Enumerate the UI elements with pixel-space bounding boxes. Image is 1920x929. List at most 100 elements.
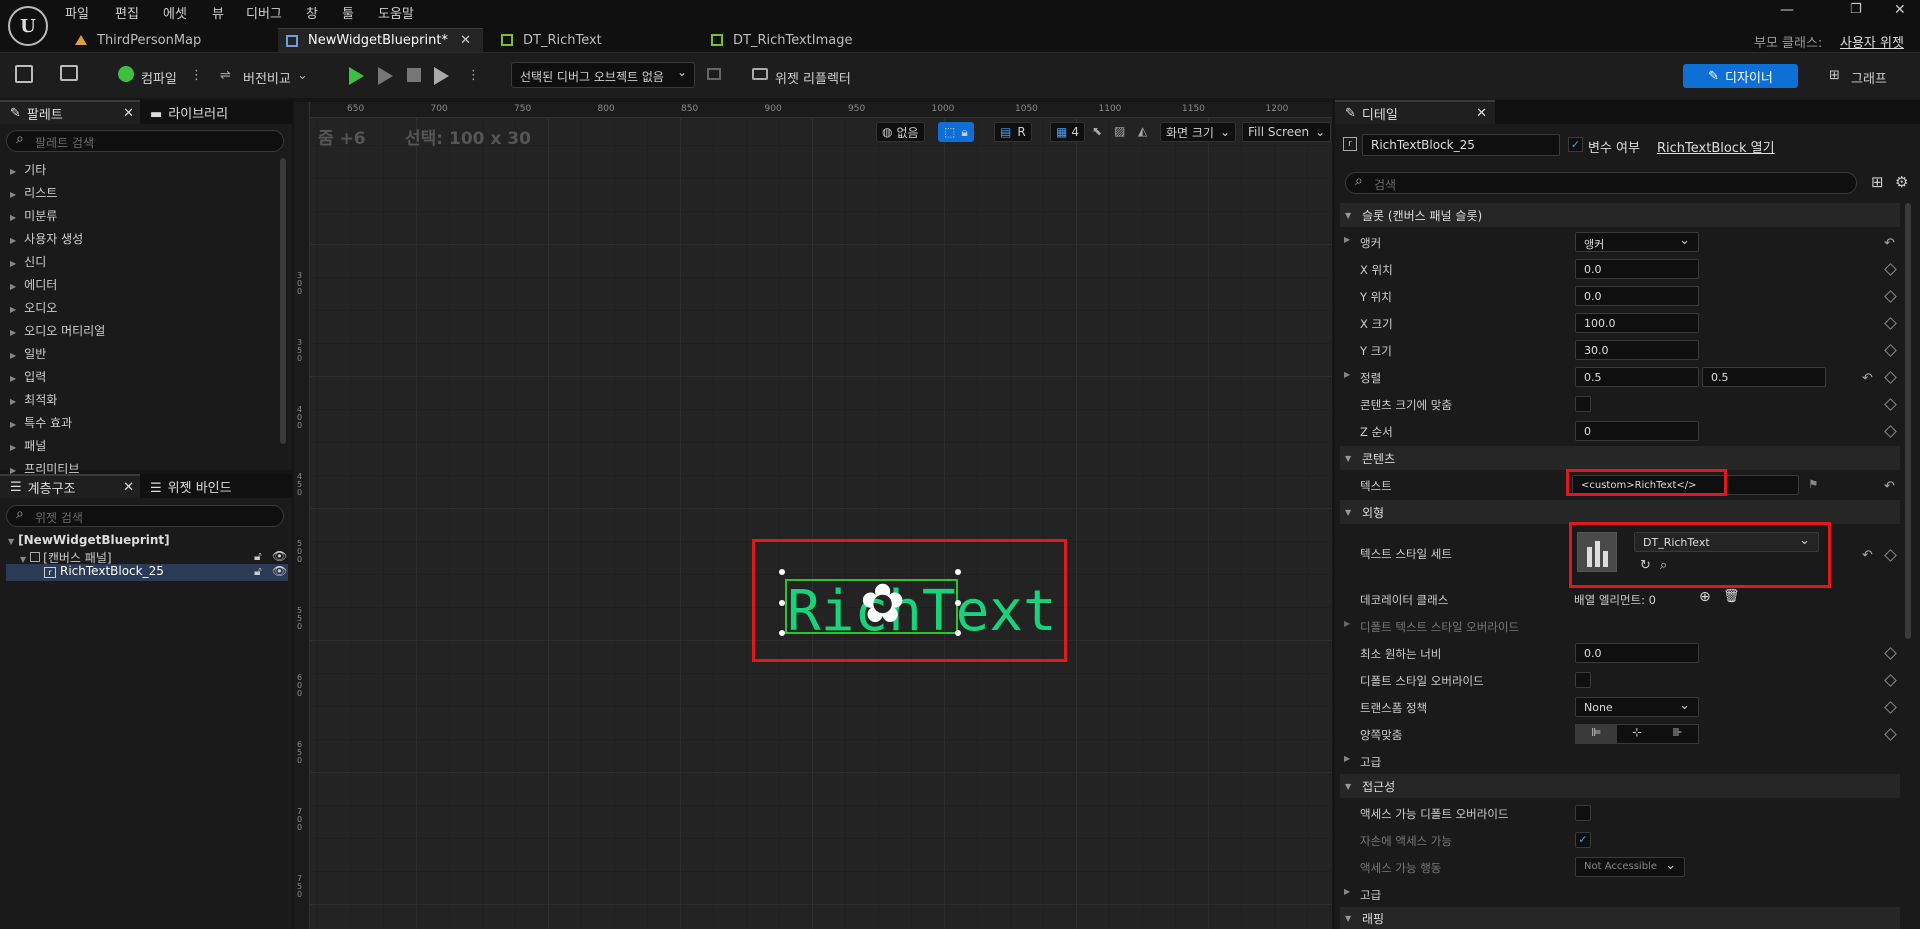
- tab-library[interactable]: ▬ 라이브러리: [140, 103, 228, 122]
- align-right-icon[interactable]: ⊪: [1657, 725, 1698, 743]
- eye-icon[interactable]: 👁︎: [272, 564, 287, 578]
- alignment-x-input[interactable]: 0.5: [1575, 367, 1699, 387]
- alignment-y-input[interactable]: 0.5: [1702, 367, 1826, 387]
- align-center-icon[interactable]: ⊹: [1617, 725, 1658, 743]
- screen-size-select[interactable]: 화면 크기 ⌄: [1160, 122, 1237, 142]
- localize-flag-icon[interactable]: ⚑: [1808, 477, 1818, 491]
- debug-pick-icon[interactable]: [707, 68, 721, 80]
- palette-category[interactable]: 입력: [10, 368, 46, 385]
- play-icon[interactable]: [349, 67, 364, 85]
- reset-icon[interactable]: ↶: [1862, 548, 1873, 563]
- x-size-input[interactable]: 100.0: [1575, 313, 1699, 333]
- tab-dt-richtext[interactable]: DT_RichText: [493, 28, 703, 52]
- menu-tools[interactable]: 툴: [342, 3, 354, 22]
- unreal-logo-icon[interactable]: U: [8, 6, 48, 46]
- tab-palette[interactable]: ✎ 팔레트 ✕: [0, 100, 140, 124]
- parent-class-link[interactable]: 사용자 위젯: [1840, 32, 1904, 51]
- palette-category[interactable]: 사용자 생성: [10, 230, 83, 247]
- compile-button[interactable]: 컴파일: [141, 68, 177, 87]
- apply-override-checkbox[interactable]: [1575, 672, 1591, 688]
- browse-icon[interactable]: [60, 65, 78, 81]
- mirror-icon[interactable]: ◭: [1138, 124, 1147, 138]
- designer-canvas[interactable]: [294, 102, 1332, 929]
- min-width-input[interactable]: 0.0: [1575, 643, 1699, 663]
- child-access-checkbox[interactable]: ✓: [1575, 832, 1591, 848]
- details-search-input[interactable]: 검색: [1345, 172, 1857, 194]
- menu-help[interactable]: 도움말: [378, 3, 414, 22]
- tree-root[interactable]: ▼ [NewWidgetBlueprint]: [8, 533, 170, 547]
- palette-category[interactable]: 에디터: [10, 276, 57, 293]
- palette-category[interactable]: 오디오 머티리얼: [10, 322, 105, 339]
- palette-category[interactable]: 리스트: [10, 184, 57, 201]
- menu-debug[interactable]: 디버그: [246, 3, 282, 22]
- close-icon[interactable]: ✕: [460, 33, 471, 48]
- menu-view[interactable]: 뷰: [212, 3, 224, 22]
- compile-options-icon[interactable]: ⋮: [190, 68, 203, 83]
- expand-icon[interactable]: ▶: [1344, 887, 1350, 896]
- z-order-input[interactable]: 0: [1575, 421, 1699, 441]
- stop-icon[interactable]: [407, 68, 421, 82]
- reset-icon[interactable]: ↶: [1862, 371, 1873, 386]
- palette-category[interactable]: 기타: [10, 161, 46, 178]
- section-accessibility[interactable]: 접근성: [1340, 774, 1900, 798]
- close-icon[interactable]: ✕: [123, 480, 134, 495]
- trash-icon[interactable]: 🗑︎: [1723, 589, 1740, 604]
- palette-category[interactable]: 오디오: [10, 299, 57, 316]
- image-icon[interactable]: ▨: [1114, 124, 1125, 138]
- access-behavior-dropdown[interactable]: Not Accessible: [1575, 857, 1685, 877]
- expand-icon[interactable]: ▶: [1344, 235, 1350, 244]
- tree-item-richtextblock[interactable]: r RichTextBlock_25 🔓︎ 👁︎: [6, 564, 288, 581]
- save-icon[interactable]: [15, 65, 33, 83]
- hierarchy-search-input[interactable]: 위젯 검색: [6, 505, 284, 527]
- lock-icon[interactable]: 🔓︎: [254, 564, 262, 579]
- step-icon[interactable]: [378, 67, 393, 85]
- tab-dt-richtextimage[interactable]: DT_RichTextImage: [703, 28, 913, 52]
- grid-snap-toggle[interactable]: ▦ 4: [1050, 122, 1085, 142]
- palette-category[interactable]: 신디: [10, 253, 46, 270]
- tab-widget-binding[interactable]: ☰ 위젯 바인드: [140, 477, 232, 496]
- section-content[interactable]: 콘텐츠: [1340, 446, 1900, 470]
- palette-category[interactable]: 일반: [10, 345, 46, 362]
- debug-object-select[interactable]: 선택된 디버그 오브젝트 없음 ⌄: [511, 62, 695, 88]
- palette-category[interactable]: 미분류: [10, 207, 57, 224]
- align-left-icon[interactable]: ⊫: [1576, 725, 1617, 743]
- reset-icon[interactable]: ↶: [1884, 479, 1895, 494]
- palette-scrollbar[interactable]: [280, 158, 286, 444]
- settings-gear-icon[interactable]: ⚙: [1895, 173, 1908, 191]
- tab-details[interactable]: ✎ 디테일 ✕: [1335, 100, 1495, 124]
- anchor-dropdown[interactable]: 앵커: [1575, 232, 1699, 252]
- section-slot[interactable]: 슬롯 (캔버스 패널 슬롯): [1340, 203, 1900, 227]
- chevron-down-icon[interactable]: ⌄: [297, 68, 308, 83]
- reset-icon[interactable]: ↶: [1884, 236, 1895, 251]
- tab-hierarchy[interactable]: ☰ 계층구조 ✕: [0, 474, 140, 498]
- table-view-icon[interactable]: ⊞: [1871, 173, 1884, 191]
- eject-icon[interactable]: [434, 67, 449, 85]
- menu-window[interactable]: 창: [306, 3, 318, 22]
- designer-mode-button[interactable]: ✎ 디자이너: [1683, 64, 1798, 88]
- menu-asset[interactable]: 에셋: [163, 3, 187, 22]
- minimize-icon[interactable]: —: [1780, 2, 1794, 18]
- widget-reflector-button[interactable]: 위젯 리플렉터: [775, 68, 851, 87]
- y-position-input[interactable]: 0.0: [1575, 286, 1699, 306]
- transform-policy-dropdown[interactable]: None: [1575, 697, 1699, 717]
- eye-icon[interactable]: 👁︎: [272, 549, 287, 563]
- section-appearance[interactable]: 외형: [1340, 500, 1900, 524]
- widget-name-input[interactable]: RichTextBlock_25: [1362, 134, 1560, 156]
- expand-icon[interactable]: ▶: [1344, 370, 1350, 379]
- close-icon[interactable]: ✕: [123, 106, 134, 121]
- expand-icon[interactable]: ▶: [1344, 619, 1350, 628]
- selection-lock-toggle[interactable]: ⬚ 🔒︎: [938, 122, 974, 142]
- open-richtextblock-link[interactable]: RichTextBlock 열기: [1657, 137, 1775, 156]
- tab-new-widget-blueprint[interactable]: NewWidgetBlueprint* ✕: [278, 28, 483, 52]
- add-element-icon[interactable]: ⊕: [1699, 589, 1711, 605]
- close-window-icon[interactable]: ✕: [1894, 2, 1906, 18]
- restore-icon[interactable]: ❐: [1850, 2, 1862, 17]
- expand-icon[interactable]: ▶: [1344, 754, 1350, 763]
- lock-icon[interactable]: 🔓︎: [254, 549, 262, 564]
- localization-toggle[interactable]: ◍ 없음: [876, 122, 925, 142]
- palette-category[interactable]: 패널: [10, 437, 46, 454]
- palette-search-input[interactable]: 팔레트 검색: [6, 130, 284, 152]
- section-wrapping[interactable]: 래핑: [1340, 907, 1900, 929]
- diff-button[interactable]: 버전비교: [243, 68, 291, 87]
- palette-category[interactable]: 특수 효과: [10, 414, 72, 431]
